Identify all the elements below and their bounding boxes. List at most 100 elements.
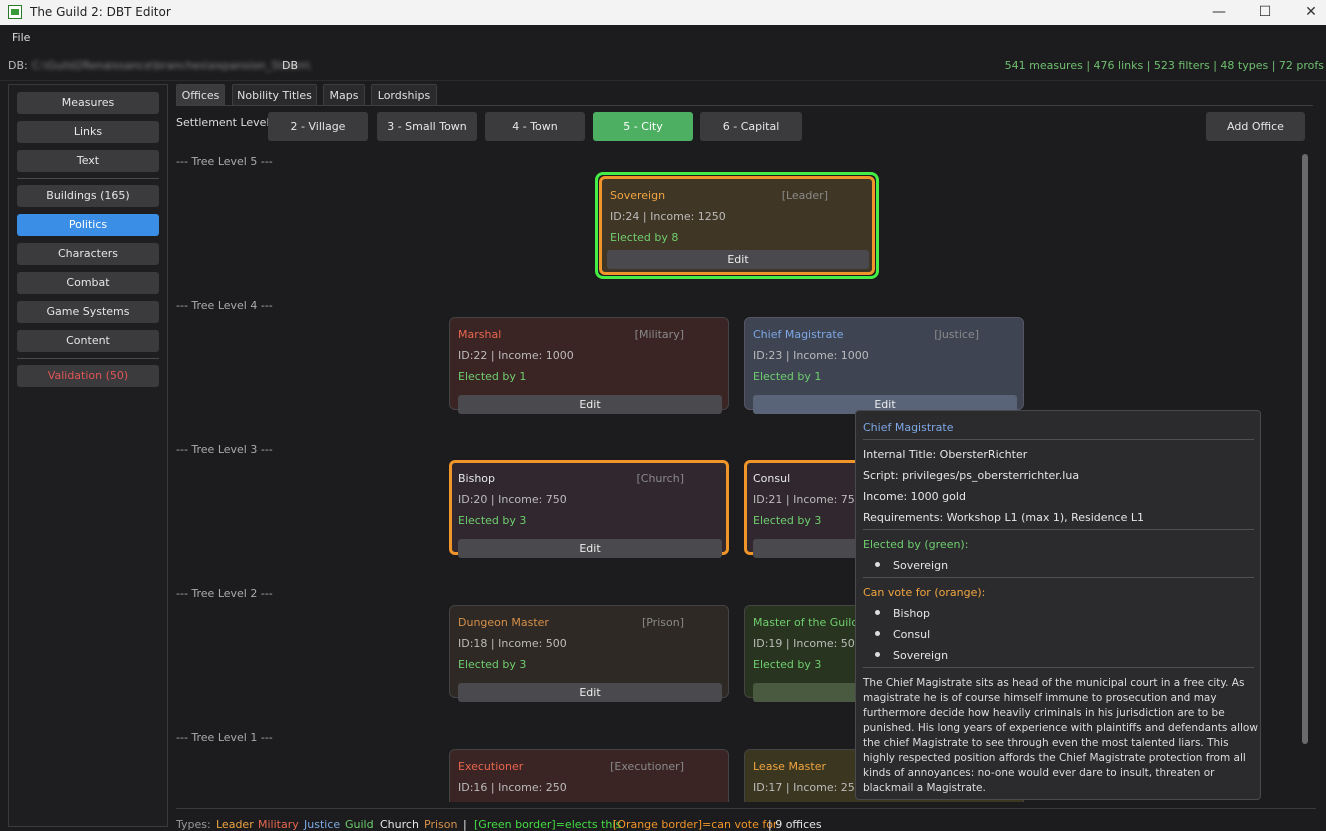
office-info: ID:17 | Income: 250 [753, 781, 862, 794]
db-bar: DB: C:\Guild2Renaissance\branches\expans… [0, 49, 1326, 81]
bullet-icon [875, 652, 880, 657]
office-category: [Executioner] [610, 760, 684, 773]
office-card-sovereign-green-border: Sovereign [Leader] ID:24 | Income: 1250 … [595, 172, 879, 279]
tooltip-can-vote-label: Can vote for (orange): [863, 586, 986, 599]
office-info: ID:24 | Income: 1250 [610, 210, 726, 223]
office-elected-by: Elected by 3 [753, 514, 822, 527]
legend-guild: Guild [345, 818, 374, 831]
office-category: [Justice] [934, 328, 979, 341]
office-card-bishop[interactable]: Bishop [Church] ID:20 | Income: 750 Elec… [449, 460, 729, 558]
db-name: DB [282, 59, 299, 72]
tooltip-script: Script: privileges/ps_obersterrichter.lu… [863, 469, 1080, 482]
settlement-village-button[interactable]: 2 - Village [268, 112, 368, 141]
bullet-icon [875, 610, 880, 615]
office-edit-button[interactable]: Edit [607, 250, 869, 269]
sidebar-divider [17, 178, 159, 179]
maximize-button[interactable]: ☐ [1242, 0, 1288, 25]
tab-underline [176, 105, 1313, 106]
tooltip-divider [863, 529, 1254, 530]
tab-nobility-titles[interactable]: Nobility Titles [232, 84, 317, 106]
legend-separator: | [463, 818, 467, 831]
office-name: Executioner [458, 760, 524, 773]
office-edit-button[interactable]: Edit [458, 683, 722, 702]
legend-leader: Leader [216, 818, 254, 831]
type-legend: Types: Leader Military Justice Guild Chu… [176, 808, 1316, 831]
office-edit-button[interactable]: Edit [458, 539, 722, 558]
office-name: Bishop [458, 472, 496, 485]
close-button[interactable]: ✕ [1288, 0, 1326, 25]
vertical-scrollbar[interactable] [1302, 154, 1308, 744]
office-edit-button[interactable]: Edit [458, 395, 722, 414]
office-name: Lease Master [753, 760, 827, 773]
tooltip-title: Chief Magistrate [863, 421, 954, 434]
office-info: ID:20 | Income: 750 [458, 493, 567, 506]
tooltip-can-vote-item: Sovereign [893, 649, 949, 662]
app-icon [8, 5, 22, 19]
office-info: ID:16 | Income: 250 [458, 781, 567, 794]
office-elected-by: Elected by 3 [753, 658, 822, 671]
office-category: [Prison] [641, 616, 684, 629]
office-tooltip: Chief Magistrate Internal Title: Oberste… [855, 410, 1261, 800]
office-elected-by: Elected by 3 [458, 658, 527, 671]
office-info: ID:21 | Income: 750 [753, 493, 862, 506]
tooltip-can-vote-item: Bishop [893, 607, 931, 620]
sidebar-game-systems-button[interactable]: Game Systems [17, 301, 159, 323]
minimize-button[interactable]: — [1196, 0, 1242, 25]
office-elected-by: Elected by 1 [753, 370, 822, 383]
office-info: ID:19 | Income: 500 [753, 637, 862, 650]
tooltip-elected-by-item: Sovereign [893, 559, 949, 572]
menu-bar: File [0, 25, 1326, 49]
office-info: ID:22 | Income: 1000 [458, 349, 574, 362]
settlement-town-button[interactable]: 4 - Town [485, 112, 585, 141]
bullet-icon [875, 562, 880, 567]
office-info: ID:23 | Income: 1000 [753, 349, 869, 362]
tooltip-income: Income: 1000 gold [863, 490, 966, 503]
legend-justice: Justice [304, 818, 341, 831]
tooltip-requirements: Requirements: Workshop L1 (max 1), Resid… [863, 511, 1144, 524]
sidebar-text-button[interactable]: Text [17, 150, 159, 172]
title-bar: The Guild 2: DBT Editor — ☐ ✕ [0, 0, 1326, 25]
office-card-marshal[interactable]: Marshal [Military] ID:22 | Income: 1000 … [449, 317, 729, 414]
office-name: Dungeon Master [458, 616, 549, 629]
sidebar-combat-button[interactable]: Combat [17, 272, 159, 294]
bullet-icon [875, 631, 880, 636]
sidebar-links-button[interactable]: Links [17, 121, 159, 143]
settlement-level-label: Settlement Level: [176, 116, 274, 129]
office-name: Chief Magistrate [753, 328, 844, 341]
legend-types-label: Types: [176, 818, 211, 831]
db-label: DB: [8, 59, 28, 72]
office-card-chief-magistrate[interactable]: Chief Magistrate [Justice] ID:23 | Incom… [744, 317, 1024, 414]
settlement-city-button[interactable]: 5 - City [593, 112, 693, 141]
tooltip-divider [863, 667, 1254, 668]
sidebar-politics-button[interactable]: Politics [17, 214, 159, 236]
sidebar-validation-button[interactable]: Validation (50) [17, 365, 159, 387]
sidebar-content-button[interactable]: Content [17, 330, 159, 352]
office-name: Master of the Guild [753, 616, 859, 629]
office-info: ID:18 | Income: 500 [458, 637, 567, 650]
sidebar-measures-button[interactable]: Measures [17, 92, 159, 114]
tooltip-elected-by-label: Elected by (green): [863, 538, 969, 551]
tooltip-internal-title: Internal Title: ObersterRichter [863, 448, 1028, 461]
legend-orange-border: [Orange border]=can vote for [613, 818, 778, 831]
settlement-small-town-button[interactable]: 3 - Small Town [377, 112, 477, 141]
db-stats: 541 measures | 476 links | 523 filters |… [1004, 59, 1324, 72]
settlement-capital-button[interactable]: 6 - Capital [700, 112, 802, 141]
office-category: [Military] [634, 328, 684, 341]
tooltip-divider [863, 577, 1254, 578]
add-office-button[interactable]: Add Office [1206, 112, 1305, 141]
office-category: [Leader] [781, 189, 828, 202]
office-name: Sovereign [610, 189, 666, 202]
db-path: C:\Guild2Renaissance\branches\expansion_… [32, 59, 311, 72]
menu-file[interactable]: File [12, 31, 30, 44]
office-card-dungeon-master[interactable]: Dungeon Master [Prison] ID:18 | Income: … [449, 605, 729, 702]
office-name: Marshal [458, 328, 502, 341]
office-name: Consul [753, 472, 791, 485]
tab-maps[interactable]: Maps [323, 84, 365, 106]
sidebar-buildings-button[interactable]: Buildings (165) [17, 185, 159, 207]
tab-offices[interactable]: Offices [176, 84, 225, 106]
sidebar-characters-button[interactable]: Characters [17, 243, 159, 265]
office-card-executioner[interactable]: Executioner [Executioner] ID:16 | Income… [449, 749, 729, 802]
office-card-sovereign[interactable]: Sovereign [Leader] ID:24 | Income: 1250 … [599, 176, 875, 275]
legend-church: Church [380, 818, 419, 831]
tab-lordships[interactable]: Lordships [371, 84, 437, 106]
